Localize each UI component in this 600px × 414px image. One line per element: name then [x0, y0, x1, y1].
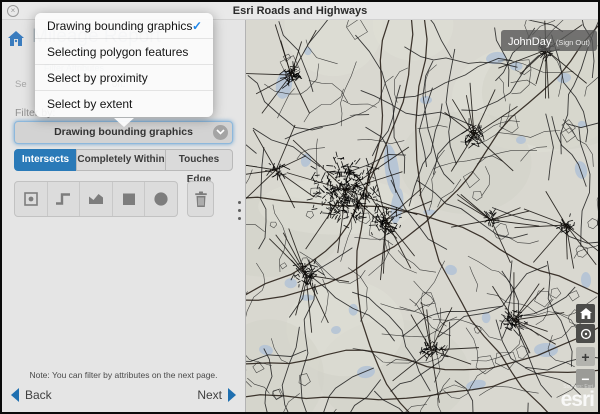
clear-graphics-button[interactable]: [187, 181, 214, 217]
menu-item-drawing-bounding-graphics[interactable]: Drawing bounding graphics ✓: [35, 13, 213, 39]
basemap-roads: [246, 20, 598, 412]
dropdown-value: Drawing bounding graphics: [54, 126, 193, 138]
map-canvas[interactable]: JohnDay (Sign Out) + − Sources: Esri esr…: [246, 20, 598, 412]
menu-item-selecting-polygon-features[interactable]: Selecting polygon features: [35, 39, 213, 65]
locate-icon: [579, 327, 593, 341]
draw-circle-button[interactable]: [144, 182, 177, 216]
tab-intersects[interactable]: Intersects: [14, 149, 77, 171]
draw-rectangle-button[interactable]: [112, 182, 145, 216]
draw-tool-group: [14, 181, 178, 217]
next-button[interactable]: Next: [197, 388, 237, 402]
polygon-icon: [87, 190, 105, 208]
chevron-right-icon: [227, 388, 237, 402]
back-button[interactable]: Back: [10, 388, 52, 402]
tab-touches-edge[interactable]: Touches Edge: [165, 149, 233, 171]
spatial-relation-tabs: Intersects Completely Within Touches Edg…: [14, 149, 233, 171]
esri-logo: esri: [561, 388, 594, 412]
username: JohnDay: [508, 36, 551, 48]
panel-resize-handle[interactable]: [235, 196, 243, 222]
point-icon: [22, 190, 40, 208]
app-window: × Esri Roads and Highways Mileage Report…: [0, 0, 600, 414]
trash-icon: [192, 190, 210, 209]
menu-item-select-by-extent[interactable]: Select by extent: [35, 91, 213, 117]
chevron-left-icon: [10, 388, 20, 402]
rectangle-icon: [120, 190, 138, 208]
next-label: Next: [197, 388, 222, 402]
tab-completely-within[interactable]: Completely Within: [76, 149, 166, 171]
wizard-nav: Back Next: [10, 386, 237, 404]
description-fragment-left: Se: [15, 79, 27, 90]
sign-out-link: (Sign Out): [556, 38, 590, 47]
close-icon[interactable]: ×: [7, 5, 19, 17]
draw-polyline-button[interactable]: [47, 182, 80, 216]
check-icon: ✓: [192, 13, 202, 39]
draw-polygon-button[interactable]: [79, 182, 112, 216]
circle-icon: [152, 190, 170, 208]
menu-caret: [114, 118, 134, 127]
polyline-icon: [54, 190, 72, 208]
draw-point-button[interactable]: [15, 182, 47, 216]
chevron-down-icon: [213, 125, 228, 140]
filter-method-menu: Drawing bounding graphics ✓ Selecting po…: [35, 13, 213, 117]
back-label: Back: [25, 388, 52, 402]
map-home-button[interactable]: [576, 304, 595, 323]
user-badge[interactable]: JohnDay (Sign Out): [501, 30, 597, 51]
menu-item-select-by-proximity[interactable]: Select by proximity: [35, 65, 213, 91]
zoom-in-button[interactable]: +: [576, 347, 595, 366]
map-locate-button[interactable]: [576, 324, 595, 343]
note-text: Note: You can filter by attributes on th…: [2, 370, 245, 380]
map-home-icon: [580, 308, 592, 319]
home-icon: [7, 30, 25, 48]
